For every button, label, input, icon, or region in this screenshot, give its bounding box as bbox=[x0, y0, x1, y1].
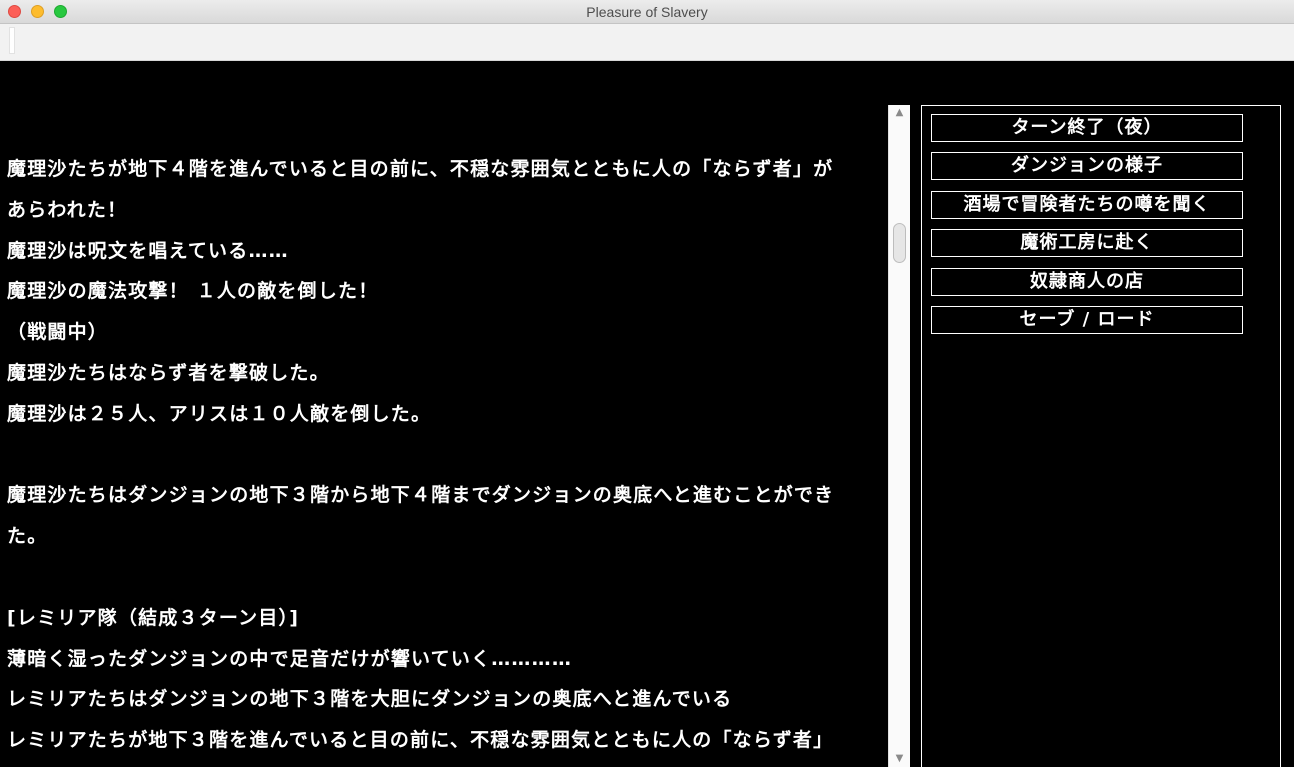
save-load-button[interactable]: セーブ / ロード bbox=[931, 306, 1243, 334]
log-line: 魔理沙の魔法攻撃！ １人の敵を倒した！ bbox=[7, 280, 379, 303]
log-line: あらわれた！ bbox=[7, 198, 128, 221]
message-log-area: 魔理沙たちが地下４階を進んでいると目の前に、不穏な雰囲気とともに人の「ならず者」… bbox=[0, 61, 888, 767]
command-menu-panel: ターン終了（夜） ダンジョンの様子 酒場で冒険者たちの噂を聞く 魔術工房に赴く … bbox=[921, 105, 1281, 767]
app-window: Pleasure of Slavery 魔理沙たちが地下４階を進んでいると目の前… bbox=[0, 0, 1294, 767]
scroll-down-arrow-icon[interactable]: ▼ bbox=[889, 751, 910, 767]
log-line: 魔理沙は２５人、アリスは１０人敵を倒した。 bbox=[7, 402, 432, 425]
tavern-rumors-button[interactable]: 酒場で冒険者たちの噂を聞く bbox=[931, 191, 1243, 219]
log-line: （戦闘中） bbox=[7, 321, 109, 344]
log-line: 魔理沙たちはダンジョンの地下３階から地下４階までダンジョンの奥底へと進むことがで… bbox=[7, 484, 835, 507]
title-bar[interactable]: Pleasure of Slavery bbox=[0, 0, 1294, 24]
window-title: Pleasure of Slavery bbox=[586, 4, 708, 20]
scroll-thumb[interactable] bbox=[893, 223, 906, 263]
log-line: 薄暗く湿ったダンジョンの中で足音だけが響いていく………… bbox=[7, 647, 573, 670]
message-log: 魔理沙たちが地下４階を進んでいると目の前に、不穏な雰囲気とともに人の「ならず者」… bbox=[7, 149, 877, 761]
dungeon-status-button[interactable]: ダンジョンの様子 bbox=[931, 152, 1243, 180]
log-line: た。 bbox=[7, 525, 48, 548]
scroll-up-arrow-icon[interactable]: ▲ bbox=[889, 105, 910, 121]
text-caret bbox=[10, 28, 14, 53]
log-line: 魔理沙たちはならず者を撃破した。 bbox=[7, 361, 330, 384]
log-line: レミリアたちが地下３階を進んでいると目の前に、不穏な雰囲気とともに人の「ならず者… bbox=[7, 729, 834, 752]
end-turn-night-button[interactable]: ターン終了（夜） bbox=[931, 114, 1243, 142]
log-line: レミリアたちはダンジョンの地下３階を大胆にダンジョンの奥底へと進んでいる bbox=[7, 688, 733, 711]
log-line: 魔理沙は呪文を唱えている…… bbox=[7, 239, 289, 262]
log-line: 魔理沙たちが地下４階を進んでいると目の前に、不穏な雰囲気とともに人の「ならず者」… bbox=[7, 158, 834, 180]
log-scrollbar[interactable]: ▲ ▼ bbox=[888, 105, 910, 767]
command-input[interactable] bbox=[0, 24, 1294, 61]
slave-merchant-shop-button[interactable]: 奴隷商人の店 bbox=[931, 268, 1243, 296]
log-line: [レミリア隊（結成３ターン目）] bbox=[7, 606, 300, 629]
magic-workshop-button[interactable]: 魔術工房に赴く bbox=[931, 229, 1243, 257]
